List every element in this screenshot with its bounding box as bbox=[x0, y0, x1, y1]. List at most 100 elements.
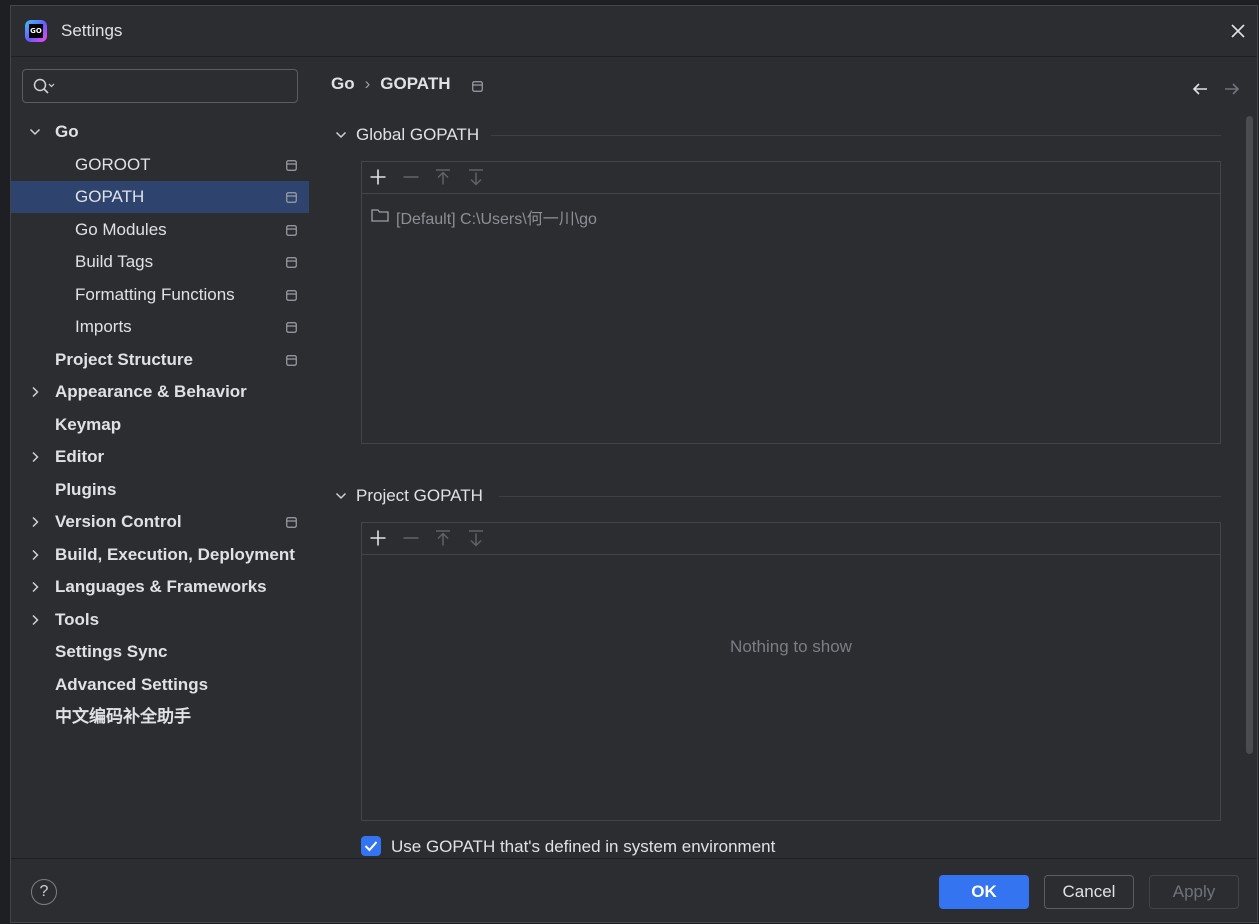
use-system-env-label: Use GOPATH that's defined in system envi… bbox=[391, 837, 776, 856]
tree-item-label: Tools bbox=[55, 609, 100, 629]
tree-item[interactable]: Settings Sync bbox=[11, 636, 309, 668]
tree-item[interactable]: Go Modules bbox=[11, 214, 309, 246]
title-separator bbox=[11, 56, 1257, 57]
tree-item[interactable]: Tools bbox=[11, 604, 309, 636]
global-gopath-header[interactable]: Global GOPATH bbox=[331, 123, 1221, 147]
tree-item[interactable]: Imports bbox=[11, 311, 309, 343]
chevron-right-icon[interactable] bbox=[29, 451, 41, 463]
chevron-down-icon[interactable] bbox=[29, 126, 41, 138]
tree-item-label: Version Control bbox=[55, 512, 182, 531]
chevron-right-icon[interactable] bbox=[29, 516, 41, 528]
tree-item-label: Keymap bbox=[55, 414, 122, 434]
project-scope-icon bbox=[286, 322, 297, 333]
tree-item-label: Go Modules bbox=[75, 219, 167, 239]
cancel-button[interactable]: Cancel bbox=[1044, 875, 1134, 909]
search-icon bbox=[33, 78, 55, 94]
tree-item-label: 中文编码补全助手 bbox=[55, 707, 191, 726]
add-icon[interactable] bbox=[369, 168, 387, 186]
global-gopath-list[interactable]: [Default] C:\Users\何一川\go bbox=[361, 161, 1221, 444]
close-button[interactable] bbox=[1227, 20, 1249, 42]
tree-item-label: Build, Execution, Deployment bbox=[55, 544, 295, 564]
tree-item[interactable]: Editor bbox=[11, 441, 309, 473]
project-scope-icon bbox=[286, 289, 297, 301]
global-gopath-toolbar bbox=[362, 162, 1220, 194]
project-scope-icon bbox=[286, 224, 297, 236]
tree-item-label: Appearance & Behavior bbox=[55, 382, 247, 401]
use-system-env-checkbox[interactable] bbox=[361, 836, 381, 856]
chevron-right-icon[interactable] bbox=[29, 549, 41, 561]
project-gopath-header[interactable]: Project GOPATH bbox=[331, 484, 1221, 508]
tree-item[interactable]: Appearance & Behavior bbox=[11, 376, 309, 408]
tree-item[interactable]: Plugins bbox=[11, 474, 309, 506]
title-bar: GO Settings bbox=[11, 6, 1257, 56]
tree-item-label: Go bbox=[55, 122, 79, 141]
tree-item[interactable]: 中文编码补全助手 bbox=[11, 701, 309, 733]
tree-item[interactable]: Go bbox=[11, 116, 309, 148]
breadcrumb: Go › GOPATH bbox=[331, 74, 450, 94]
breadcrumb-parent[interactable]: Go bbox=[331, 74, 355, 93]
project-scope-icon bbox=[286, 159, 297, 171]
chevron-down-icon bbox=[335, 131, 347, 139]
move-down-icon[interactable] bbox=[467, 529, 485, 547]
tree-item-label: GOPATH bbox=[75, 187, 145, 206]
footer-separator bbox=[11, 858, 1257, 859]
checkmark-icon bbox=[364, 841, 378, 852]
tree-item[interactable]: Build, Execution, Deployment bbox=[11, 539, 309, 571]
tree-item-label: Advanced Settings bbox=[55, 674, 209, 694]
project-gopath-toolbar bbox=[362, 523, 1220, 555]
close-icon bbox=[1231, 24, 1245, 38]
window-title: Settings bbox=[61, 21, 123, 40]
tree-item-label: Imports bbox=[75, 317, 132, 336]
tree-item[interactable]: GOROOT bbox=[11, 149, 309, 181]
chevron-down-icon bbox=[335, 492, 347, 500]
empty-list-text: Nothing to show bbox=[730, 637, 852, 656]
vertical-scrollbar[interactable] bbox=[1246, 116, 1253, 754]
tree-item-label: GOROOT bbox=[75, 154, 151, 174]
tree-item-label: Languages & Frameworks bbox=[55, 577, 267, 596]
chevron-right-icon[interactable] bbox=[29, 581, 41, 593]
forward-arrow-icon[interactable] bbox=[1223, 80, 1241, 98]
project-scope-icon bbox=[286, 354, 297, 366]
project-scope-icon bbox=[286, 257, 297, 268]
project-scope-icon bbox=[286, 517, 297, 528]
project-gopath-list[interactable]: Nothing to show bbox=[361, 522, 1221, 821]
chevron-right-icon[interactable] bbox=[29, 386, 41, 398]
tree-item-label: Settings Sync bbox=[55, 642, 168, 661]
tree-item[interactable]: Project Structure bbox=[11, 344, 309, 376]
settings-dialog: GO Settings Go GOROOT GOPATH Go Modules Buil… bbox=[10, 5, 1258, 923]
tree-item-label: Build Tags bbox=[75, 252, 154, 271]
gopath-entry-text: [Default] C:\Users\何一川\go bbox=[396, 211, 597, 228]
tree-item[interactable]: Languages & Frameworks bbox=[11, 571, 309, 603]
breadcrumb-separator: › bbox=[364, 74, 371, 93]
breadcrumb-current: GOPATH bbox=[380, 74, 451, 93]
tree-item[interactable]: Version Control bbox=[11, 506, 309, 538]
move-up-icon[interactable] bbox=[434, 168, 452, 186]
section-divider bbox=[499, 496, 1221, 497]
goland-logo-icon: GO bbox=[25, 20, 47, 42]
add-icon[interactable] bbox=[369, 529, 387, 547]
remove-icon[interactable] bbox=[402, 529, 420, 547]
remove-icon[interactable] bbox=[402, 168, 420, 186]
tree-item-label: Project Structure bbox=[55, 349, 193, 369]
search-input[interactable] bbox=[65, 74, 295, 100]
folder-icon bbox=[371, 209, 389, 222]
tree-item[interactable]: Build Tags bbox=[11, 246, 309, 278]
chevron-right-icon[interactable] bbox=[29, 614, 41, 626]
project-scope-icon bbox=[472, 81, 483, 92]
tree-item-label: Editor bbox=[55, 447, 105, 466]
global-gopath-title: Global GOPATH bbox=[356, 125, 480, 144]
tree-item[interactable]: Advanced Settings bbox=[11, 669, 309, 701]
move-up-icon[interactable] bbox=[434, 529, 452, 547]
move-down-icon[interactable] bbox=[467, 168, 485, 186]
project-gopath-title: Project GOPATH bbox=[356, 486, 483, 505]
tree-item-label: Plugins bbox=[55, 479, 117, 499]
ok-button[interactable]: OK bbox=[939, 875, 1029, 909]
tree-item[interactable]: Keymap bbox=[11, 409, 309, 441]
help-button[interactable]: ? bbox=[31, 879, 57, 905]
project-scope-icon bbox=[286, 192, 297, 203]
settings-search[interactable] bbox=[22, 69, 298, 103]
apply-button[interactable]: Apply bbox=[1149, 875, 1239, 909]
tree-item[interactable]: GOPATH bbox=[11, 181, 309, 213]
back-arrow-icon[interactable] bbox=[1191, 80, 1209, 98]
tree-item[interactable]: Formatting Functions bbox=[11, 279, 309, 311]
